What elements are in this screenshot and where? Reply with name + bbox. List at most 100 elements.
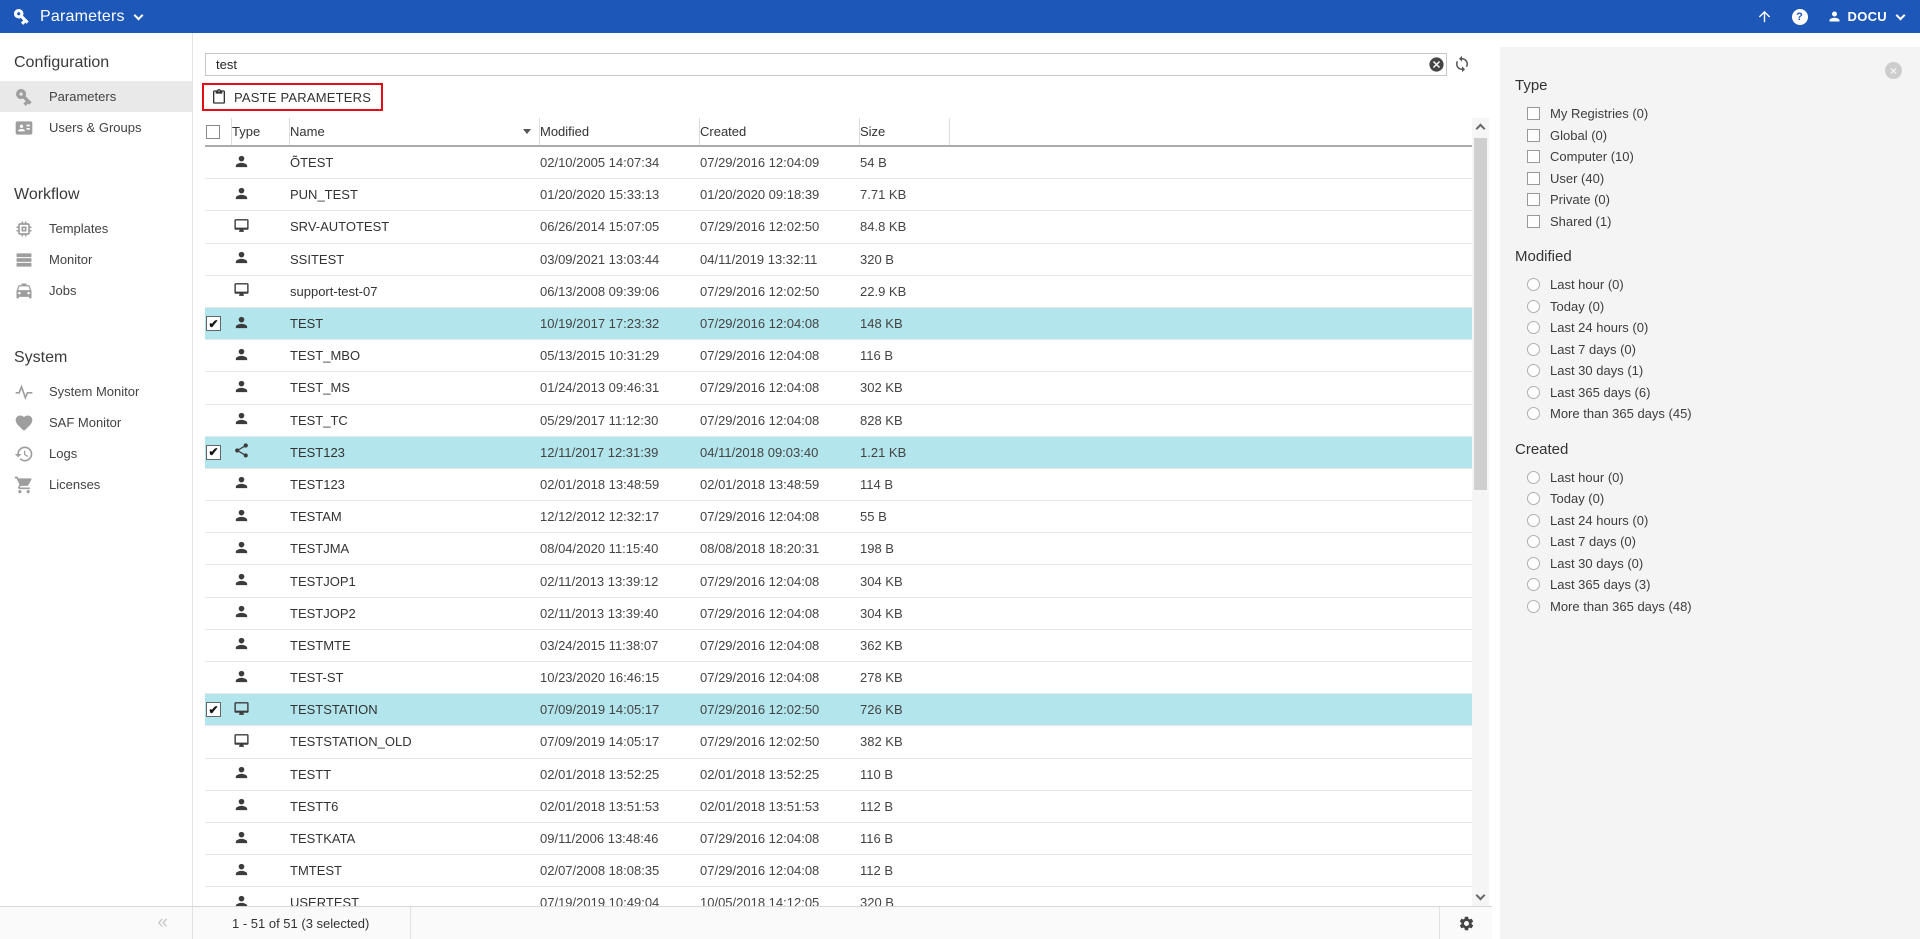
user-menu[interactable]: DOCU	[1827, 9, 1904, 24]
table-row[interactable]: TESTT 02/01/2018 13:52:25 02/01/2018 13:…	[205, 759, 1475, 791]
filter-option-created-today[interactable]: Today (0)	[1500, 488, 1920, 510]
paste-parameters-button[interactable]: PASTE PARAMETERS	[204, 85, 381, 109]
row-checkbox[interactable]: ✔	[206, 316, 221, 331]
filter-option-modified-last-24-hours[interactable]: Last 24 hours (0)	[1500, 317, 1920, 339]
sidebar-item-saf-monitor[interactable]: SAF Monitor	[0, 407, 192, 438]
sidebar-item-monitor[interactable]: Monitor	[0, 244, 192, 275]
radio-button[interactable]	[1527, 407, 1540, 420]
radio-button[interactable]	[1527, 343, 1540, 356]
checkbox[interactable]	[1527, 150, 1540, 163]
filter-option-created-last-24-hours[interactable]: Last 24 hours (0)	[1500, 510, 1920, 532]
sidebar-item-licenses[interactable]: Licenses	[0, 469, 192, 500]
table-row[interactable]: USERTEST 07/19/2019 10:49:04 10/05/2018 …	[205, 887, 1475, 906]
search-input[interactable]	[205, 53, 1447, 76]
filter-option-created-last-7-days[interactable]: Last 7 days (0)	[1500, 531, 1920, 553]
checkbox[interactable]	[1527, 193, 1540, 206]
sidebar-item-jobs[interactable]: Jobs	[0, 275, 192, 306]
filter-option-modified-today[interactable]: Today (0)	[1500, 296, 1920, 318]
table-row[interactable]: TESTSTATION_OLD 07/09/2019 14:05:17 07/2…	[205, 726, 1475, 758]
table-row[interactable]: TEST-ST 10/23/2020 16:46:15 07/29/2016 1…	[205, 662, 1475, 694]
table-row[interactable]: TESTJOP2 02/11/2013 13:39:40 07/29/2016 …	[205, 598, 1475, 630]
table-row[interactable]: TEST_MBO 05/13/2015 10:31:29 07/29/2016 …	[205, 340, 1475, 372]
filter-option-created-last-365-days[interactable]: Last 365 days (3)	[1500, 574, 1920, 596]
sidebar-item-users-groups[interactable]: Users & Groups	[0, 112, 192, 143]
filter-option-modified-last-365-days[interactable]: Last 365 days (6)	[1500, 382, 1920, 404]
radio-button[interactable]	[1527, 535, 1540, 548]
column-header-created[interactable]: Created	[700, 118, 860, 145]
table-row[interactable]: TESTKATA 09/11/2006 13:48:46 07/29/2016 …	[205, 823, 1475, 855]
vertical-scrollbar[interactable]	[1472, 118, 1489, 906]
filter-option-type-private[interactable]: Private (0)	[1500, 189, 1920, 211]
filter-option-type-computer[interactable]: Computer (10)	[1500, 146, 1920, 168]
filter-option-type-my-registries[interactable]: My Registries (0)	[1500, 103, 1920, 125]
sidebar-item-system-monitor[interactable]: System Monitor	[0, 376, 192, 407]
table-row[interactable]: TEST123 02/01/2018 13:48:59 02/01/2018 1…	[205, 469, 1475, 501]
row-checkbox[interactable]: ✔	[206, 702, 221, 717]
scrollbar-thumb[interactable]	[1474, 138, 1487, 490]
filter-option-type-shared[interactable]: Shared (1)	[1500, 211, 1920, 233]
table-row[interactable]: TESTJOP1 02/11/2013 13:39:12 07/29/2016 …	[205, 565, 1475, 597]
filter-option-created-more-than-365-days[interactable]: More than 365 days (48)	[1500, 596, 1920, 618]
refresh-icon[interactable]	[1453, 55, 1471, 73]
table-row[interactable]: TESTMTE 03/24/2015 11:38:07 07/29/2016 1…	[205, 630, 1475, 662]
table-row[interactable]: TEST_MS 01/24/2013 09:46:31 07/29/2016 1…	[205, 372, 1475, 404]
close-filter-panel-icon[interactable]	[1885, 62, 1902, 79]
sidebar-item-parameters[interactable]: Parameters	[0, 81, 192, 112]
table-row[interactable]: TMTEST 02/07/2008 18:08:35 07/29/2016 12…	[205, 855, 1475, 887]
table-row[interactable]: ÕTEST 02/10/2005 14:07:34 07/29/2016 12:…	[205, 147, 1475, 179]
table-row[interactable]: SSITEST 03/09/2021 13:03:44 04/11/2019 1…	[205, 244, 1475, 276]
radio-button[interactable]	[1527, 578, 1540, 591]
clear-search-icon[interactable]	[1428, 56, 1445, 73]
filter-option-modified-last-30-days[interactable]: Last 30 days (1)	[1500, 360, 1920, 382]
filter-option-type-global[interactable]: Global (0)	[1500, 125, 1920, 147]
checkbox[interactable]	[1527, 215, 1540, 228]
row-checkbox[interactable]: ✔	[206, 445, 221, 460]
table-row[interactable]: PUN_TEST 01/20/2020 15:33:13 01/20/2020 …	[205, 179, 1475, 211]
radio-button[interactable]	[1527, 557, 1540, 570]
checkbox[interactable]	[1527, 107, 1540, 120]
table-row[interactable]: ✔ TESTSTATION 07/09/2019 14:05:17 07/29/…	[205, 694, 1475, 726]
table-row[interactable]: ✔ TEST 10/19/2017 17:23:32 07/29/2016 12…	[205, 308, 1475, 340]
table-row[interactable]: TESTAM 12/12/2012 12:32:17 07/29/2016 12…	[205, 501, 1475, 533]
filter-option-type-user[interactable]: User (40)	[1500, 168, 1920, 190]
filter-option-modified-last-hour[interactable]: Last hour (0)	[1500, 274, 1920, 296]
column-header-name[interactable]: Name	[290, 118, 540, 145]
scroll-up-icon[interactable]	[1476, 124, 1486, 134]
radio-button[interactable]	[1527, 364, 1540, 377]
upload-icon[interactable]	[1756, 8, 1773, 25]
row-created: 01/20/2020 09:18:39	[700, 187, 860, 202]
table-row[interactable]: TESTJMA 08/04/2020 11:15:40 08/08/2018 1…	[205, 533, 1475, 565]
sidebar-item-logs[interactable]: Logs	[0, 438, 192, 469]
radio-button[interactable]	[1527, 386, 1540, 399]
table-row[interactable]: TEST_TC 05/29/2017 11:12:30 07/29/2016 1…	[205, 405, 1475, 437]
filter-option-created-last-hour[interactable]: Last hour (0)	[1500, 467, 1920, 489]
filter-option-created-last-30-days[interactable]: Last 30 days (0)	[1500, 553, 1920, 575]
app-title-menu[interactable]: Parameters	[0, 7, 142, 26]
sidebar-item-label: System Monitor	[49, 384, 139, 399]
filter-option-modified-more-than-365-days[interactable]: More than 365 days (45)	[1500, 403, 1920, 425]
sidebar-item-templates[interactable]: Templates	[0, 213, 192, 244]
collapse-sidebar-button[interactable]	[0, 907, 193, 939]
table-settings-button[interactable]	[1440, 907, 1492, 939]
row-name: TEST_MS	[290, 380, 540, 395]
column-header-size[interactable]: Size	[860, 118, 950, 145]
radio-button[interactable]	[1527, 514, 1540, 527]
radio-button[interactable]	[1527, 471, 1540, 484]
table-row[interactable]: SRV-AUTOTEST 06/26/2014 15:07:05 07/29/2…	[205, 211, 1475, 243]
checkbox[interactable]	[1527, 129, 1540, 142]
select-all-checkbox[interactable]	[206, 125, 220, 139]
radio-button[interactable]	[1527, 321, 1540, 334]
radio-button[interactable]	[1527, 300, 1540, 313]
radio-button[interactable]	[1527, 278, 1540, 291]
radio-button[interactable]	[1527, 492, 1540, 505]
radio-button[interactable]	[1527, 600, 1540, 613]
column-header-modified[interactable]: Modified	[540, 118, 700, 145]
table-row[interactable]: TESTT6 02/01/2018 13:51:53 02/01/2018 13…	[205, 791, 1475, 823]
column-header-type[interactable]: Type	[232, 118, 290, 145]
scroll-down-icon[interactable]	[1476, 891, 1486, 901]
filter-option-modified-last-7-days[interactable]: Last 7 days (0)	[1500, 339, 1920, 361]
checkbox[interactable]	[1527, 172, 1540, 185]
table-row[interactable]: support-test-07 06/13/2008 09:39:06 07/2…	[205, 276, 1475, 308]
help-icon[interactable]	[1792, 9, 1808, 25]
table-row[interactable]: ✔ TEST123 12/11/2017 12:31:39 04/11/2018…	[205, 437, 1475, 469]
